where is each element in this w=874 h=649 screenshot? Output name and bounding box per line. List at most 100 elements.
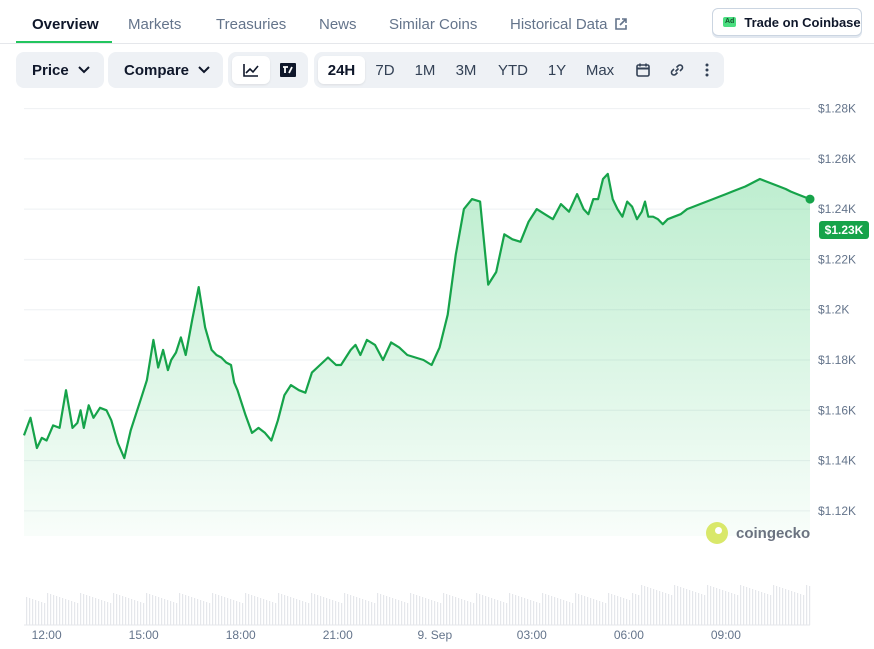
volume-bar xyxy=(86,595,88,625)
volume-bar xyxy=(44,603,46,625)
volume-bar xyxy=(539,603,541,625)
share-link-button[interactable] xyxy=(664,56,690,84)
volume-bar xyxy=(563,600,565,625)
volume-bar xyxy=(785,589,787,625)
volume-bar xyxy=(245,593,247,625)
volume-bar xyxy=(161,598,163,625)
volume-bar xyxy=(59,597,61,625)
volume-bar xyxy=(686,589,688,625)
compare-dropdown-label: Compare xyxy=(124,61,190,79)
tab-similar-coins[interactable]: Similar Coins xyxy=(389,16,477,33)
tradingview-chart-button[interactable] xyxy=(272,56,304,84)
volume-bar xyxy=(74,602,76,625)
volume-bar xyxy=(95,598,97,625)
volume-bar xyxy=(662,592,664,625)
volume-bars xyxy=(24,585,811,626)
compare-dropdown[interactable]: Compare xyxy=(108,52,223,88)
volume-bar xyxy=(350,595,352,625)
volume-bar xyxy=(452,596,454,625)
volume-bar xyxy=(392,598,394,625)
tab-overview[interactable]: Overview xyxy=(32,16,99,33)
y-tick-label: $1.2K xyxy=(818,303,849,317)
tab-news[interactable]: News xyxy=(319,16,357,33)
volume-bar xyxy=(728,592,730,625)
volume-bar xyxy=(110,603,112,625)
volume-bar xyxy=(164,599,166,625)
volume-bar xyxy=(545,594,547,625)
volume-bar xyxy=(365,600,367,625)
volume-bar xyxy=(182,594,184,625)
y-tick-label: $1.14K xyxy=(818,454,856,468)
volume-bar xyxy=(170,601,172,625)
volume-bar xyxy=(152,595,154,625)
line-chart-button[interactable] xyxy=(232,56,270,84)
volume-bar xyxy=(527,599,529,625)
volume-bar xyxy=(635,594,637,625)
volume-bar xyxy=(308,603,310,625)
date-range-button[interactable] xyxy=(630,56,656,84)
volume-bar xyxy=(317,595,319,625)
volume-bar xyxy=(659,591,661,625)
x-tick-label: 15:00 xyxy=(129,628,159,642)
volume-bar xyxy=(590,598,592,625)
volume-bar xyxy=(56,596,58,625)
volume-bar xyxy=(497,600,499,625)
volume-bar xyxy=(359,598,361,625)
volume-bar xyxy=(347,594,349,625)
more-options-button[interactable] xyxy=(696,56,718,84)
range-button-1m[interactable]: 1M xyxy=(409,56,441,84)
volume-bar xyxy=(38,601,40,625)
x-tick-label: 21:00 xyxy=(323,628,353,642)
x-tick-label: 06:00 xyxy=(614,628,644,642)
volume-bar xyxy=(80,593,82,625)
volume-bar xyxy=(320,596,322,625)
volume-bar xyxy=(575,593,577,625)
volume-bar xyxy=(65,599,67,625)
tab-markets[interactable]: Markets xyxy=(128,16,181,33)
price-area-fill xyxy=(24,173,810,536)
range-button-3m[interactable]: 3M xyxy=(449,56,483,84)
range-button-24h[interactable]: 24H xyxy=(318,56,365,84)
volume-bar xyxy=(377,593,379,625)
volume-bar xyxy=(767,594,769,625)
volume-bar xyxy=(266,600,268,625)
range-button-1y[interactable]: 1Y xyxy=(542,56,572,84)
chevron-down-icon xyxy=(77,66,90,74)
volume-bar xyxy=(146,593,148,625)
volume-bar xyxy=(536,602,538,625)
volume-bar xyxy=(467,601,469,625)
price-dropdown[interactable]: Price xyxy=(16,52,104,88)
volume-bar xyxy=(323,597,325,625)
volume-bar xyxy=(713,587,715,625)
range-button-7d[interactable]: 7D xyxy=(369,56,401,84)
volume-bar xyxy=(98,599,100,625)
volume-bar xyxy=(476,593,478,625)
range-button-max[interactable]: Max xyxy=(580,56,620,84)
trade-on-coinbase-button[interactable]: Ad Trade on Coinbase xyxy=(712,8,862,36)
volume-bar xyxy=(29,598,31,625)
volume-bar xyxy=(362,599,364,625)
volume-bar xyxy=(629,600,631,625)
tab-treasuries[interactable]: Treasuries xyxy=(216,16,286,33)
y-tick-label: $1.24K xyxy=(818,202,856,216)
volume-bar xyxy=(809,586,811,625)
y-tick-label: $1.16K xyxy=(818,403,856,417)
volume-bar xyxy=(626,599,628,625)
range-button-ytd[interactable]: YTD xyxy=(492,56,534,84)
tab-historical-data[interactable]: Historical Data xyxy=(510,16,628,33)
volume-bar xyxy=(587,597,589,625)
volume-bar xyxy=(560,599,562,625)
volume-bar xyxy=(332,600,334,625)
volume-bar xyxy=(491,598,493,625)
volume-bar xyxy=(446,594,448,625)
volume-bar xyxy=(479,594,481,625)
y-tick-label: $1.22K xyxy=(818,252,856,266)
line-chart-icon xyxy=(243,64,259,77)
volume-bar xyxy=(422,597,424,625)
volume-bar xyxy=(32,599,34,625)
price-chart[interactable]: $1.12K $1.14K $1.16K $1.18K $1.2K $1.22K $1.24… xyxy=(0,96,874,649)
volume-bar xyxy=(791,591,793,625)
volume-bar xyxy=(782,588,784,625)
volume-bar xyxy=(464,600,466,625)
volume-bar xyxy=(746,587,748,625)
